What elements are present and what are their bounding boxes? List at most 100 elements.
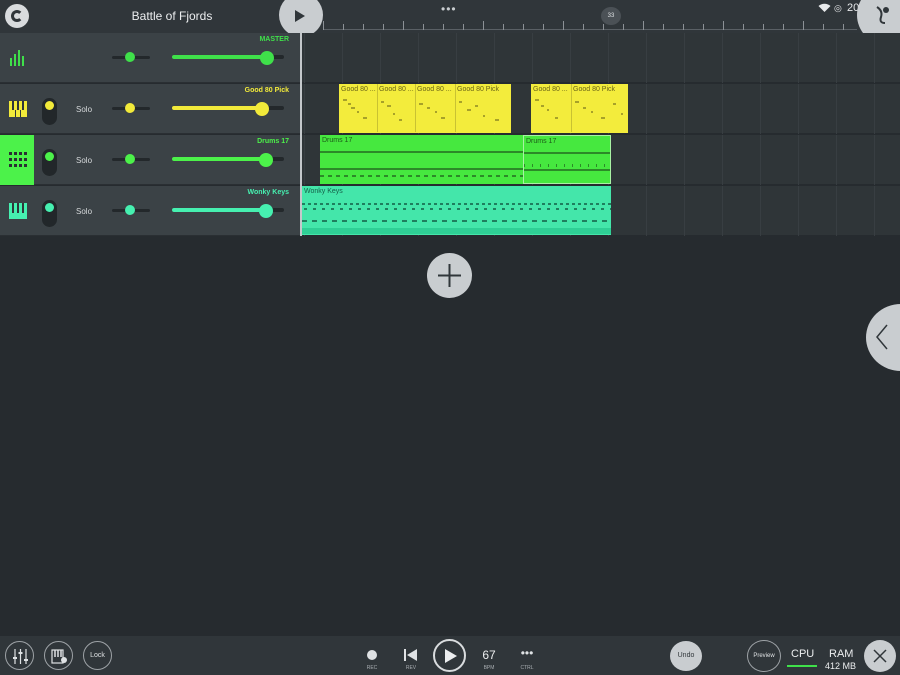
more-menu-icon[interactable]: ••• (441, 2, 457, 16)
bar-marker[interactable]: 33 (601, 7, 621, 25)
grid-line (760, 33, 761, 83)
cpu-label: CPU (791, 648, 815, 660)
clip-label: Good 80 ... (341, 86, 376, 93)
track-master: MASTER (0, 33, 900, 83)
note-row (302, 220, 611, 222)
track-icon-area[interactable] (0, 84, 34, 134)
pattern-clip[interactable]: Wonky Keys (302, 186, 611, 235)
track-lane[interactable]: Wonky Keys (302, 186, 900, 236)
chevron-left-icon (876, 324, 888, 350)
lock-button[interactable]: Lock (83, 641, 112, 670)
track-header: MASTER (0, 33, 300, 83)
mute-toggle[interactable] (42, 200, 57, 227)
pattern-clip-group[interactable]: Good 80 ... Good 80 ... Good 80 ... Good… (339, 84, 511, 133)
pan-knob[interactable] (125, 154, 135, 164)
grid-line (646, 135, 647, 185)
track-icon-area[interactable] (0, 135, 34, 185)
ruler-tick (783, 24, 784, 30)
playhead[interactable] (300, 33, 302, 236)
clip-notes (535, 99, 623, 119)
lock-label: Lock (90, 652, 105, 659)
pattern-clip-group[interactable]: Good 80 ... Good 80 Pick (531, 84, 628, 133)
plus-icon (438, 264, 461, 287)
add-track-button[interactable] (427, 253, 472, 298)
track-good-80-pick: Solo Good 80 Pick Good 80 ... Good 80 ..… (0, 84, 900, 134)
grid-line (646, 33, 647, 83)
volume-fill (172, 208, 266, 212)
volume-knob[interactable] (259, 204, 273, 218)
grid-line (874, 33, 875, 83)
playlist-play-button[interactable] (279, 0, 323, 37)
clip-label: Good 80 Pick (457, 86, 500, 93)
rewind-icon (404, 649, 417, 661)
pan-knob[interactable] (125, 205, 135, 215)
track-lane[interactable]: Good 80 ... Good 80 ... Good 80 ... Good… (302, 84, 900, 134)
ruler-tick (423, 24, 424, 30)
grid-line (874, 135, 875, 185)
track-icon-area[interactable] (0, 33, 34, 83)
volume-knob[interactable] (255, 102, 269, 116)
grid-line (304, 84, 305, 134)
solo-button[interactable]: Solo (76, 207, 92, 216)
grid-line (798, 33, 799, 83)
grid-line (646, 186, 647, 236)
piano-settings-icon (51, 649, 67, 664)
tempo-value[interactable]: 67 (476, 648, 502, 662)
track-header: Solo Wonky Keys (0, 186, 300, 236)
track-header: Solo Good 80 Pick (0, 84, 300, 134)
solo-button[interactable]: Solo (76, 105, 92, 114)
controller-button[interactable]: ••• CTRL (512, 643, 542, 673)
ruler-tick (623, 24, 624, 30)
grid-line (380, 33, 381, 83)
rewind-button[interactable]: REV (396, 643, 426, 673)
volume-knob[interactable] (260, 51, 274, 65)
wifi-icon (818, 3, 831, 12)
play-icon (445, 649, 457, 663)
clip-label: Drums 17 (322, 137, 353, 144)
plugin-settings-button[interactable] (44, 641, 73, 670)
grid-line (684, 33, 685, 83)
location-icon: ◎ (834, 3, 842, 13)
drum-line (320, 151, 523, 153)
track-lane[interactable]: Drums 17 Drums 17 (302, 135, 900, 185)
pan-knob[interactable] (125, 52, 135, 62)
track-name: Good 80 Pick (244, 87, 289, 94)
grid-line (684, 186, 685, 236)
pan-knob[interactable] (125, 103, 135, 113)
grid-line (836, 84, 837, 134)
side-panel-button[interactable] (866, 304, 900, 371)
volume-knob[interactable] (259, 153, 273, 167)
grid-line (684, 135, 685, 185)
grid-line (722, 135, 723, 185)
ruler-tick (843, 24, 844, 30)
mute-toggle[interactable] (42, 149, 57, 176)
mixer-button[interactable] (5, 641, 34, 670)
close-button[interactable] (864, 640, 896, 672)
grid-line (342, 33, 343, 83)
grid-line (760, 84, 761, 134)
ruler-tick (403, 21, 404, 30)
ruler-tick (363, 24, 364, 30)
track-icon-area[interactable] (0, 186, 34, 236)
grid-line (684, 84, 685, 134)
drum-clip[interactable]: Drums 17 (523, 135, 611, 184)
record-button[interactable]: REC (357, 643, 387, 673)
ruler-tick (803, 21, 804, 30)
grid-line (874, 84, 875, 134)
track-lane[interactable] (302, 33, 900, 83)
drum-clip[interactable]: Drums 17 (320, 135, 523, 184)
note-row (302, 228, 611, 234)
grid-line (760, 186, 761, 236)
drum-hits (524, 164, 610, 167)
ruler-tick (583, 24, 584, 30)
app-logo-button[interactable] (5, 4, 29, 28)
preview-button[interactable]: Preview (747, 640, 781, 672)
undo-button[interactable]: Undo (670, 641, 702, 671)
mute-toggle[interactable] (42, 98, 57, 125)
grid-line (874, 186, 875, 236)
timeline-ruler[interactable] (323, 0, 857, 33)
play-button[interactable] (433, 639, 466, 672)
volume-fill (172, 106, 262, 110)
song-title[interactable]: Battle of Fjords (112, 9, 232, 23)
solo-button[interactable]: Solo (76, 156, 92, 165)
